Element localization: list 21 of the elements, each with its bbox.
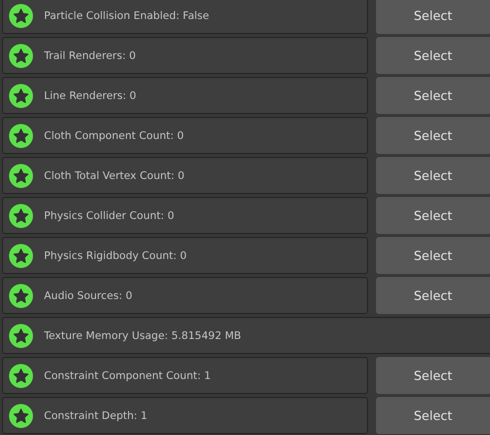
stat-label: Trail Renderers: 0 bbox=[44, 50, 136, 62]
stat-label: Cloth Total Vertex Count: 0 bbox=[44, 170, 184, 182]
select-button[interactable]: Select bbox=[376, 237, 490, 274]
stat-label: Audio Sources: 0 bbox=[44, 290, 132, 302]
stat-label: Line Renderers: 0 bbox=[44, 90, 136, 102]
select-button[interactable]: Select bbox=[376, 277, 490, 314]
select-button[interactable]: Select bbox=[376, 0, 490, 34]
stat-label: Texture Memory Usage: 5.815492 MB bbox=[44, 330, 242, 342]
select-button[interactable]: Select bbox=[376, 37, 490, 74]
select-button[interactable]: Select bbox=[376, 157, 490, 194]
select-button[interactable]: Select bbox=[376, 77, 490, 114]
select-button[interactable]: Select bbox=[376, 197, 490, 234]
select-button[interactable]: Select bbox=[376, 117, 490, 154]
stat-label: Constraint Component Count: 1 bbox=[44, 370, 211, 382]
stat-label: Particle Collision Enabled: False bbox=[44, 10, 210, 22]
stat-label: Physics Collider Count: 0 bbox=[44, 210, 174, 222]
select-button[interactable]: Select bbox=[376, 397, 490, 434]
stat-label: Physics Rigidbody Count: 0 bbox=[44, 250, 187, 262]
stat-label: Cloth Component Count: 0 bbox=[44, 130, 184, 142]
stat-label: Constraint Depth: 1 bbox=[44, 410, 148, 422]
select-button[interactable]: Select bbox=[376, 357, 490, 394]
